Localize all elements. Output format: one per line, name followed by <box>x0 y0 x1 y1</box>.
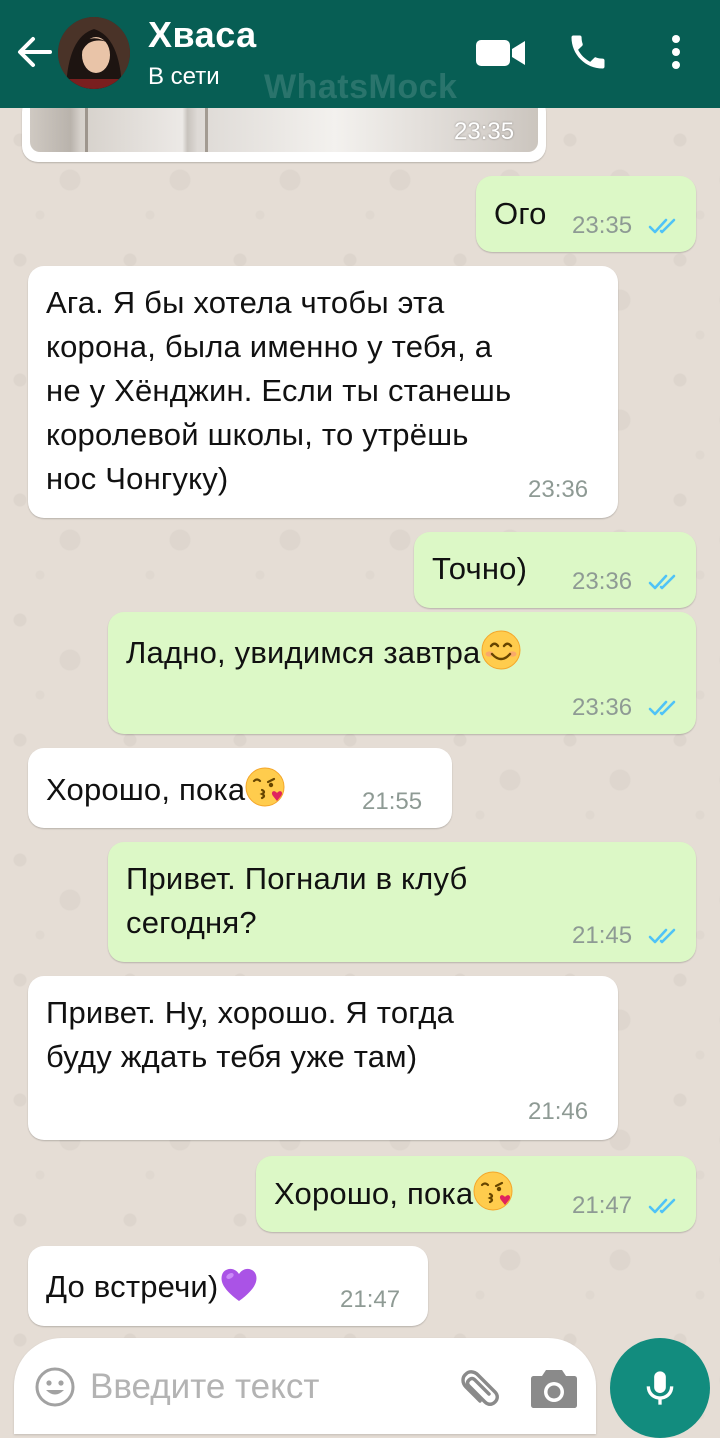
paperclip-icon[interactable] <box>452 1364 502 1414</box>
mic-button[interactable] <box>610 1338 710 1438</box>
message-text-line: сегодня? <box>126 905 257 940</box>
message-bubble-incoming[interactable]: До встречи) 21:47 <box>28 1246 428 1326</box>
message-bubble-outgoing[interactable]: Ого 23:35 <box>476 176 696 252</box>
message-text-line: Привет. Погнали в клуб <box>126 861 468 896</box>
double-check-icon <box>648 216 682 236</box>
message-input[interactable] <box>88 1360 422 1414</box>
message-text-content: Хорошо, пока <box>274 1176 474 1211</box>
message-bubble-incoming[interactable]: Привет. Ну, хорошо. Я тогда буду ждать те… <box>28 976 618 1140</box>
purple-heart-emoji-icon <box>218 1263 260 1305</box>
message-time: 23:35 <box>572 212 633 239</box>
double-check-icon <box>648 926 682 946</box>
message-text-content: До встречи) <box>46 1269 219 1304</box>
message-time: 21:47 <box>572 1192 633 1219</box>
camera-icon[interactable] <box>530 1366 578 1410</box>
contact-status: В сети <box>148 63 220 90</box>
message-text-line: буду ждать тебя уже там) <box>46 1039 418 1074</box>
phone-icon[interactable] <box>566 30 610 74</box>
message-bubble-incoming[interactable]: Хорошо, пока 21:55 <box>28 748 452 828</box>
message-text-line: не у Хёнджин. Если ты станешь <box>46 373 512 408</box>
mic-icon <box>646 1371 674 1405</box>
face-blowing-kiss-emoji-icon <box>245 766 287 808</box>
message-bubble-incoming[interactable]: Ага. Я бы хотела чтобы эта корона, была и… <box>28 266 618 518</box>
message-time: 23:36 <box>572 694 633 721</box>
double-check-icon <box>648 1196 682 1216</box>
message-composer <box>14 1338 596 1434</box>
avatar-photo <box>58 17 130 89</box>
message-time: 21:55 <box>362 788 423 815</box>
double-check-icon <box>648 572 682 592</box>
chat-header: Хваса В сети WhatsMock <box>0 0 720 108</box>
message-bubble-outgoing[interactable]: Точно) 23:36 <box>414 532 696 608</box>
message-text: Ага. Я бы хотела чтобы эта корона, была и… <box>46 281 511 501</box>
double-check-icon <box>648 698 682 718</box>
watermark: WhatsMock <box>264 68 458 106</box>
message-time: 23:36 <box>572 568 633 595</box>
message-text-line: нос Чонгуку) <box>46 461 229 496</box>
message-text: Ого <box>494 196 547 231</box>
message-bubble-outgoing[interactable]: Хорошо, пока 21:47 <box>256 1156 696 1232</box>
message-text: Привет. Погнали в клуб сегодня? <box>126 857 467 945</box>
emoji-icon[interactable] <box>34 1366 76 1408</box>
message-bubble-outgoing[interactable]: Ладно, увидимся завтра 23:36 <box>108 612 696 734</box>
message-text-line: Ага. Я бы хотела чтобы эта <box>46 285 445 320</box>
smiling-face-emoji-icon <box>480 629 522 671</box>
message-text-line: Привет. Ну, хорошо. Я тогда <box>46 995 455 1030</box>
message-text: Хорошо, пока <box>46 766 287 812</box>
message-time: 23:35 <box>454 118 515 145</box>
message-text: Хорошо, пока <box>274 1170 515 1216</box>
message-text: До встречи) <box>46 1263 260 1309</box>
message-text-line: корона, была именно у тебя, а <box>46 329 493 364</box>
face-blowing-kiss-emoji-icon <box>473 1170 515 1212</box>
message-text: Ладно, увидимся завтра <box>126 629 522 675</box>
message-text: Привет. Ну, хорошо. Я тогда буду ждать те… <box>46 991 454 1079</box>
video-call-icon[interactable] <box>474 34 528 70</box>
message-text-content: Хорошо, пока <box>46 772 246 807</box>
back-arrow-icon[interactable] <box>14 30 54 74</box>
contact-name[interactable]: Хваса <box>148 14 257 56</box>
message-text-line: королевой школы, то утрёшь <box>46 417 469 452</box>
message-bubble-outgoing[interactable]: Привет. Погнали в клуб сегодня? 21:45 <box>108 842 696 962</box>
more-vert-icon[interactable] <box>662 30 690 74</box>
message-time: 23:36 <box>528 476 589 503</box>
message-time: 21:45 <box>572 922 633 949</box>
message-time: 21:46 <box>528 1098 589 1125</box>
message-text-content: Ладно, увидимся завтра <box>126 635 481 670</box>
contact-avatar[interactable] <box>58 17 130 89</box>
message-text: Точно) <box>432 551 528 586</box>
message-time: 21:47 <box>340 1286 401 1313</box>
